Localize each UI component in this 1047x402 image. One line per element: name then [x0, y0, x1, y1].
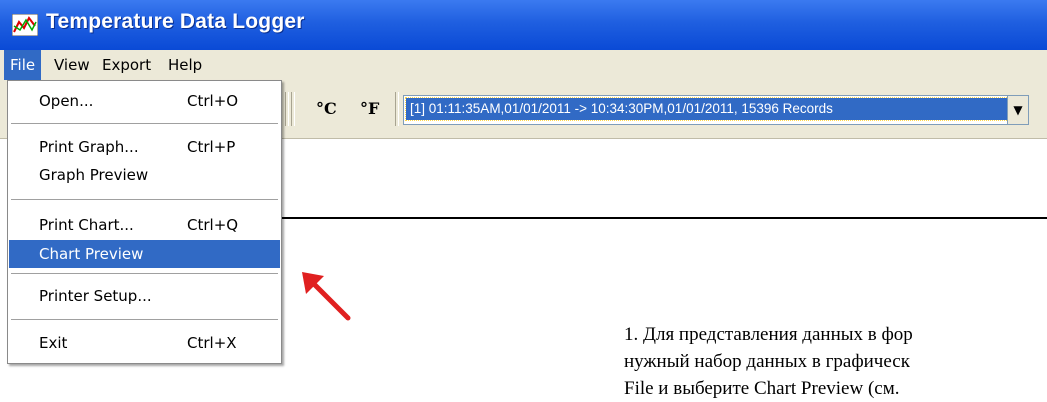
- caption-line: 1. Для представления данных в фор: [624, 324, 913, 345]
- menu-item-shortcut: Ctrl+P: [187, 138, 236, 156]
- menu-help[interactable]: Help: [162, 50, 208, 80]
- menu-separator: [11, 319, 278, 321]
- toolbar-separator: [285, 92, 289, 126]
- menu-item-label: Print Chart...: [39, 216, 134, 234]
- menu-separator: [11, 199, 278, 201]
- toolbar-separator: [395, 92, 399, 126]
- celsius-button[interactable]: °C: [316, 96, 337, 122]
- dataset-selected-value: [1] 01:11:35AM,01/01/2011 -> 10:34:30PM,…: [405, 97, 1027, 121]
- menu-item-open[interactable]: Open... Ctrl+O: [9, 87, 280, 115]
- menu-item-shortcut: Ctrl+Q: [187, 216, 239, 234]
- menu-separator: [11, 273, 278, 275]
- red-arrow-icon: [302, 272, 351, 321]
- menu-item-label: Printer Setup...: [39, 287, 152, 305]
- menu-item-graph-preview[interactable]: Graph Preview: [9, 161, 280, 189]
- file-menu-dropdown: Open... Ctrl+O Print Graph... Ctrl+P Gra…: [7, 80, 282, 364]
- chart-app-icon: [12, 14, 38, 36]
- menu-item-print-chart[interactable]: Print Chart... Ctrl+Q: [9, 211, 280, 239]
- menu-view[interactable]: View: [48, 50, 96, 80]
- title-bar: Temperature Data Logger: [0, 0, 1047, 50]
- toolbar-separator: [291, 92, 295, 126]
- menu-item-label: Print Graph...: [39, 138, 139, 156]
- dataset-select[interactable]: [1] 01:11:35AM,01/01/2011 -> 10:34:30PM,…: [403, 95, 1029, 125]
- caption-line: File и выберите Chart Preview (см.: [624, 378, 900, 399]
- menu-item-exit[interactable]: Exit Ctrl+X: [9, 329, 280, 357]
- menu-item-label: Chart Preview: [39, 245, 144, 263]
- menu-item-printer-setup[interactable]: Printer Setup...: [9, 282, 280, 310]
- menu-export[interactable]: Export: [96, 50, 157, 80]
- menu-file[interactable]: File: [4, 50, 42, 80]
- menu-item-label: Graph Preview: [39, 166, 149, 184]
- menu-item-shortcut: Ctrl+X: [187, 334, 237, 352]
- menu-item-label: Exit: [39, 334, 68, 352]
- divider: [280, 217, 1047, 219]
- window-title: Temperature Data Logger: [46, 10, 305, 33]
- menu-item-label: Open...: [39, 92, 94, 110]
- menu-item-shortcut: Ctrl+O: [187, 92, 239, 110]
- fahrenheit-button[interactable]: °F: [360, 96, 379, 122]
- menu-item-print-graph[interactable]: Print Graph... Ctrl+P: [9, 133, 280, 161]
- menu-bar: File View Export Help: [0, 50, 1047, 80]
- menu-separator: [11, 123, 278, 125]
- chevron-down-icon[interactable]: ▼: [1007, 96, 1028, 124]
- menu-item-chart-preview[interactable]: Chart Preview: [9, 240, 280, 268]
